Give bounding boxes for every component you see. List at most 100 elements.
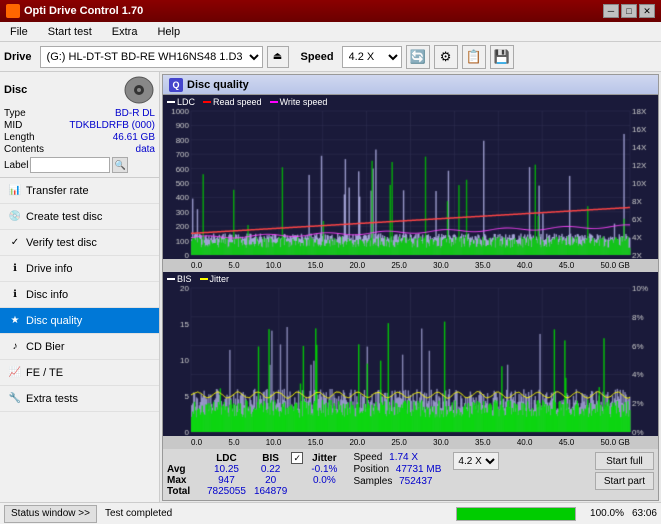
sidebar-item-disc-info[interactable]: ℹ Disc info — [0, 282, 159, 308]
ldc-legend-label: LDC — [177, 97, 195, 107]
max-bis: 20 — [250, 475, 291, 486]
ldc-header: LDC — [203, 452, 250, 464]
sidebar-item-create-test-disc-label: Create test disc — [26, 211, 102, 223]
sidebar-item-transfer-rate[interactable]: 📊 Transfer rate — [0, 178, 159, 204]
transfer-rate-icon: 📊 — [8, 184, 22, 198]
title-bar: Opti Drive Control 1.70 ─ □ ✕ — [0, 0, 661, 22]
sidebar-item-fe-te-label: FE / TE — [26, 367, 63, 379]
sidebar-item-disc-quality[interactable]: ★ Disc quality — [0, 308, 159, 334]
speed-select[interactable]: 4.2 X 2.0 X — [342, 46, 402, 68]
chart2-canvas — [163, 272, 658, 436]
legend-jitter: Jitter — [200, 274, 230, 284]
charts-container: LDC Read speed Write speed 0 — [163, 95, 658, 500]
disc-label-input[interactable] — [30, 157, 110, 173]
sidebar-item-drive-info-label: Drive info — [26, 263, 72, 275]
jitter-header: Jitter — [307, 452, 341, 464]
disc-length-row: Length 46.61 GB — [4, 132, 155, 143]
sidebar-item-disc-quality-label: Disc quality — [26, 315, 82, 327]
menu-start-test[interactable]: Start test — [42, 25, 98, 39]
avg-jitter: -0.1% — [307, 464, 341, 475]
extra-tests-icon: 🔧 — [8, 392, 22, 406]
disc-type-label: Type — [4, 108, 26, 119]
minimize-button[interactable]: ─ — [603, 4, 619, 18]
sidebar-item-disc-info-label: Disc info — [26, 289, 68, 301]
avg-label: Avg — [167, 464, 203, 475]
toolbar: Drive (G:) HL-DT-ST BD-RE WH16NS48 1.D3 … — [0, 42, 661, 72]
menu-help[interactable]: Help — [151, 25, 186, 39]
jitter-legend-label: Jitter — [210, 274, 230, 284]
disc-svg-icon — [123, 76, 155, 104]
fe-te-icon: 📈 — [8, 366, 22, 380]
legend-read-speed: Read speed — [203, 97, 262, 107]
disc-type-value: BD-R DL — [115, 108, 155, 119]
sidebar-item-verify-test-disc[interactable]: ✓ Verify test disc — [0, 230, 159, 256]
menu-bar: File Start test Extra Help — [0, 22, 661, 42]
drive-select[interactable]: (G:) HL-DT-ST BD-RE WH16NS48 1.D3 — [40, 46, 263, 68]
title-bar-controls: ─ □ ✕ — [603, 4, 655, 18]
create-test-disc-icon: 💿 — [8, 210, 22, 224]
disc-header: Disc — [4, 76, 155, 104]
start-buttons: Start full Start part — [595, 452, 654, 490]
speed-dropdown-area: 4.2 X — [453, 452, 499, 470]
stats-table: LDC BIS ✓ Jitter Avg 10.25 — [167, 452, 341, 497]
start-full-button[interactable]: Start full — [595, 452, 654, 470]
legend-write-speed: Write speed — [270, 97, 328, 107]
speed-stat-label: Speed — [353, 452, 382, 463]
disc-label-row: Label 🔍 — [4, 157, 155, 173]
sidebar-item-cd-bier[interactable]: ♪ CD Bier — [0, 334, 159, 360]
nav-items: 📊 Transfer rate 💿 Create test disc ✓ Ver… — [0, 178, 159, 502]
menu-extra[interactable]: Extra — [106, 25, 144, 39]
progress-bar — [456, 507, 576, 521]
read-speed-legend-label: Read speed — [213, 97, 262, 107]
jitter-checkbox[interactable]: ✓ — [291, 452, 303, 464]
title-bar-left: Opti Drive Control 1.70 — [6, 4, 143, 18]
ldc-legend-dot — [167, 101, 175, 103]
bis-header: BIS — [250, 452, 291, 464]
maximize-button[interactable]: □ — [621, 4, 637, 18]
stats-speed-select[interactable]: 4.2 X — [453, 452, 499, 470]
position-label: Position — [353, 464, 389, 475]
info-button[interactable]: 📋 — [462, 45, 486, 69]
jitter-legend-dot — [200, 278, 208, 280]
bis-legend-dot — [167, 278, 175, 280]
label-icon-button[interactable]: 🔍 — [112, 157, 128, 173]
samples-label: Samples — [353, 476, 392, 487]
sidebar-item-extra-tests-label: Extra tests — [26, 393, 78, 405]
sidebar-item-cd-bier-label: CD Bier — [26, 341, 65, 353]
chart1-canvas — [163, 95, 658, 259]
disc-mid-row: MID TDKBLDRFB (000) — [4, 120, 155, 131]
speed-position-info: Speed 1.74 X Position 47731 MB Samples 7… — [353, 452, 441, 487]
sidebar: Disc Type BD-R DL MID TDKBLDRFB (000) Le — [0, 72, 160, 502]
quality-title: Disc quality — [187, 79, 249, 91]
max-label: Max — [167, 475, 203, 486]
verify-test-disc-icon: ✓ — [8, 236, 22, 250]
time-text: 63:06 — [632, 508, 657, 519]
sidebar-item-create-test-disc[interactable]: 💿 Create test disc — [0, 204, 159, 230]
progress-fill — [457, 508, 575, 520]
app-icon — [6, 4, 20, 18]
settings-button[interactable]: ⚙ — [434, 45, 458, 69]
disc-mid-label: MID — [4, 120, 22, 131]
sidebar-item-transfer-rate-label: Transfer rate — [26, 185, 89, 197]
sidebar-item-fe-te[interactable]: 📈 FE / TE — [0, 360, 159, 386]
status-text: Test completed — [105, 508, 448, 519]
disc-section: Disc Type BD-R DL MID TDKBLDRFB (000) Le — [0, 72, 159, 178]
menu-file[interactable]: File — [4, 25, 34, 39]
start-part-button[interactable]: Start part — [595, 472, 654, 490]
sidebar-item-drive-info[interactable]: ℹ Drive info — [0, 256, 159, 282]
app-title: Opti Drive Control 1.70 — [24, 5, 143, 17]
close-button[interactable]: ✕ — [639, 4, 655, 18]
cd-bier-icon: ♪ — [8, 340, 22, 354]
quality-panel: Q Disc quality LDC Read speed — [162, 74, 659, 501]
status-window-button[interactable]: Status window >> — [4, 505, 97, 523]
save-button[interactable]: 💾 — [490, 45, 514, 69]
disc-length-value: 46.61 GB — [113, 132, 155, 143]
avg-bis: 0.22 — [250, 464, 291, 475]
refresh-button[interactable]: 🔄 — [406, 45, 430, 69]
drive-info-icon: ℹ — [8, 262, 22, 276]
read-speed-legend-dot — [203, 101, 211, 103]
disc-type-row: Type BD-R DL — [4, 108, 155, 119]
sidebar-item-extra-tests[interactable]: 🔧 Extra tests — [0, 386, 159, 412]
total-bis: 164879 — [250, 486, 291, 497]
eject-button[interactable]: ⏏ — [267, 46, 289, 68]
